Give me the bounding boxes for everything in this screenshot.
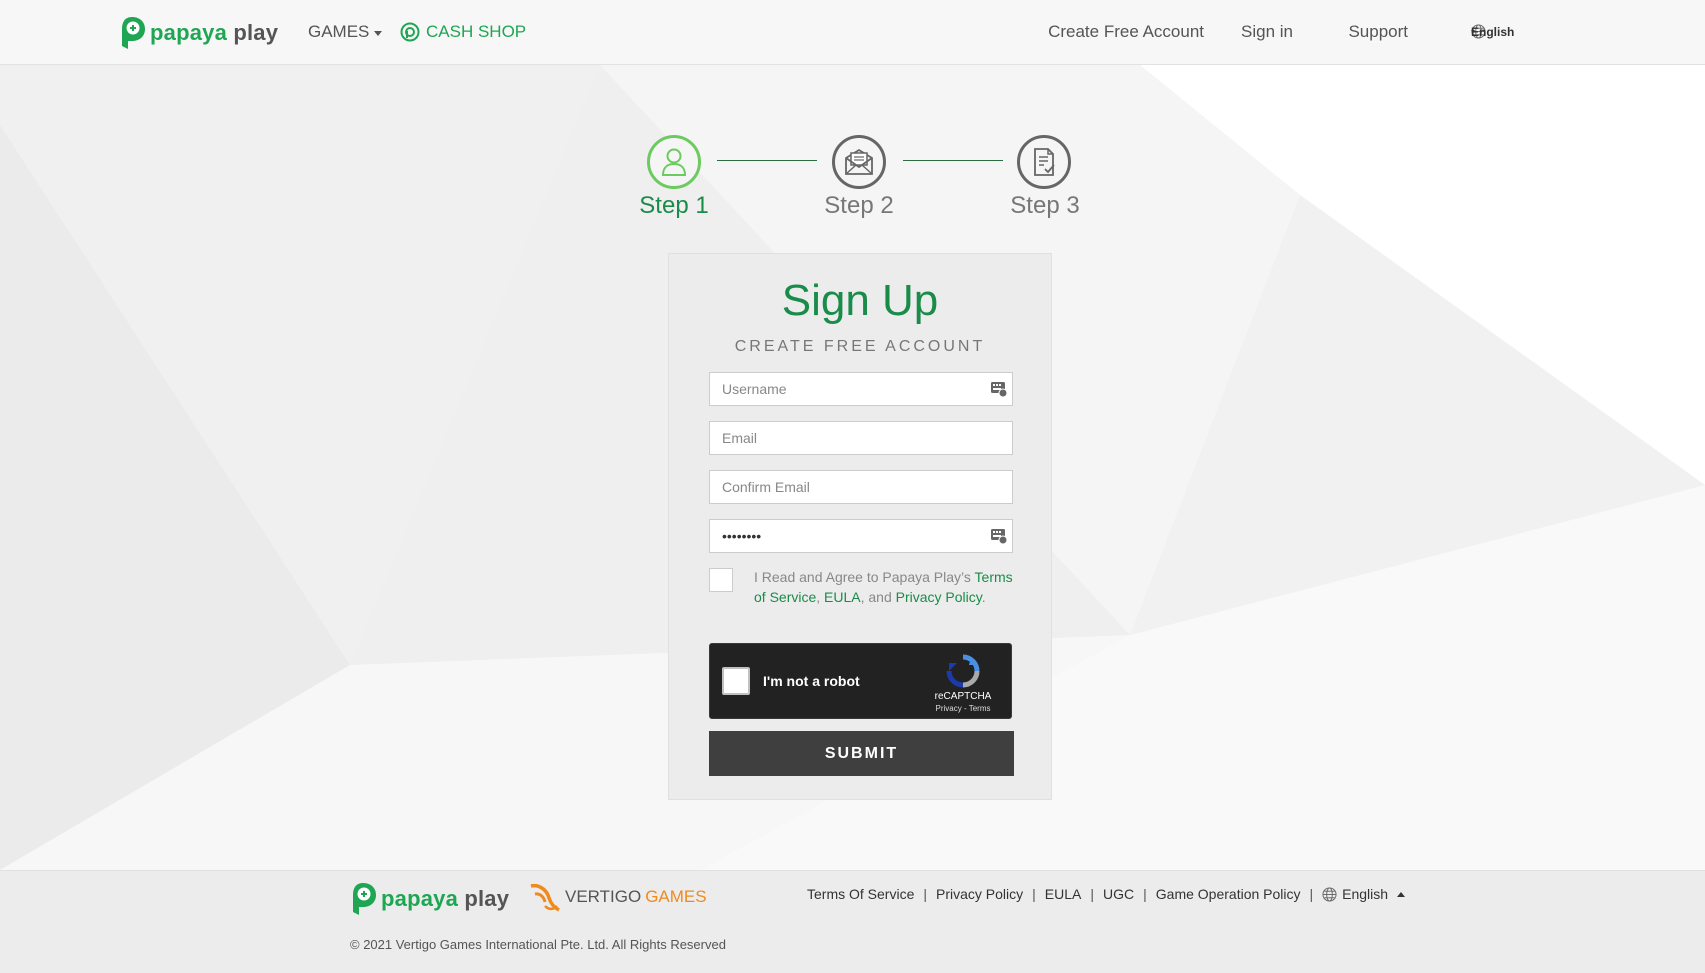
- password-input[interactable]: [710, 520, 1012, 552]
- agree-comma: ,: [816, 589, 825, 605]
- document-check-icon: [1034, 148, 1055, 176]
- footer-link-eula[interactable]: EULA: [1045, 886, 1082, 902]
- language-label: English: [1471, 24, 1515, 39]
- page-title: Sign Up: [781, 276, 939, 325]
- step-1-circle: [647, 135, 701, 189]
- papaya-logo-icon: [353, 883, 376, 915]
- user-icon: [661, 148, 687, 176]
- vertigo-word: VERTIGO: [565, 887, 642, 906]
- recaptcha-icon: [946, 654, 980, 688]
- agree-prefix: I Read and Agree to Papaya Play’s: [754, 569, 975, 585]
- password-field: [709, 519, 1013, 553]
- footer-logo-wordmark: papaya play: [381, 886, 509, 912]
- divider: |: [923, 886, 927, 902]
- eula-link[interactable]: EULA: [824, 589, 861, 605]
- footer-link-terms[interactable]: Terms Of Service: [807, 886, 914, 902]
- email-input[interactable]: [710, 422, 1012, 454]
- vertigo-games-logo[interactable]: VERTIGO GAMES: [529, 882, 707, 912]
- step-connector: [903, 160, 1003, 161]
- recaptcha-brand: reCAPTCHA: [934, 691, 992, 702]
- language-selector[interactable]: English: [1471, 24, 1514, 39]
- caret-up-icon: [1397, 891, 1406, 897]
- email-field: [709, 421, 1013, 455]
- copyright-text: © 2021 Vertigo Games International Pte. …: [350, 937, 726, 952]
- username-input[interactable]: [710, 373, 1012, 405]
- recaptcha-checkbox[interactable]: [722, 667, 750, 695]
- step-1-label: Step 1: [639, 192, 709, 219]
- divider: |: [1090, 886, 1094, 902]
- cash-shop-link[interactable]: CASH SHOP: [400, 22, 526, 42]
- username-field: [709, 372, 1013, 406]
- footer-link-ugc[interactable]: UGC: [1103, 886, 1134, 902]
- step-3-label: Step 3: [1010, 192, 1080, 219]
- step-2-label: Step 2: [824, 192, 894, 219]
- logo-word-play: play: [233, 20, 279, 45]
- divider: |: [1143, 886, 1147, 902]
- games-word: GAMES: [645, 887, 707, 906]
- logo-word-play: play: [464, 886, 510, 911]
- papaya-play-logo[interactable]: papaya play: [119, 16, 278, 50]
- confirm-email-input[interactable]: [710, 471, 1012, 503]
- agree-and: , and: [860, 589, 896, 605]
- footer-language-selector[interactable]: English: [1322, 886, 1406, 902]
- submit-button[interactable]: SUBMIT: [709, 731, 1014, 776]
- footer-link-game-operation-policy[interactable]: Game Operation Policy: [1156, 886, 1301, 902]
- agree-text: I Read and Agree to Papaya Play’s Terms …: [754, 567, 1014, 607]
- support-link[interactable]: Support: [1348, 22, 1408, 42]
- password-manager-icon[interactable]: [991, 528, 1007, 544]
- games-menu[interactable]: GAMES: [308, 22, 383, 42]
- recaptcha-label: I'm not a robot: [763, 673, 860, 689]
- logo-word-papaya: papaya: [150, 20, 228, 45]
- chevron-down-icon: [374, 30, 383, 36]
- footer: papaya play VERTIGO GAMES Terms Of Servi…: [0, 870, 1705, 973]
- divider: |: [1309, 886, 1314, 902]
- cash-shop-icon: [400, 22, 420, 42]
- agree-end: .: [981, 589, 986, 605]
- confirm-email-field: [709, 470, 1013, 504]
- top-header: papaya play GAMES CASH SHOP Create Free …: [0, 0, 1705, 65]
- privacy-policy-link[interactable]: Privacy Policy: [896, 589, 982, 605]
- vertigo-swirl-icon: [530, 883, 560, 912]
- papaya-logo-icon: [122, 17, 145, 49]
- mail-icon: [845, 148, 873, 175]
- logo-wordmark: papaya play: [150, 20, 278, 46]
- sign-in-link[interactable]: Sign in: [1241, 22, 1293, 42]
- step-2-circle: [832, 135, 886, 189]
- password-manager-icon[interactable]: [991, 381, 1007, 397]
- footer-links: Terms Of Service | Privacy Policy | EULA…: [807, 886, 1406, 902]
- step-connector: [717, 160, 817, 161]
- agree-checkbox[interactable]: [709, 568, 733, 592]
- signup-card: Sign Up CREATE FREE ACCOUNT I Read and A…: [668, 253, 1052, 800]
- page-subtitle: CREATE FREE ACCOUNT: [734, 338, 986, 355]
- games-label: GAMES: [308, 22, 370, 41]
- footer-papaya-logo[interactable]: papaya play: [350, 882, 509, 916]
- footer-link-privacy[interactable]: Privacy Policy: [936, 886, 1023, 902]
- caret-down-icon: [1471, 30, 1475, 33]
- step-3-circle: [1017, 135, 1071, 189]
- footer-language-label: English: [1342, 886, 1389, 902]
- create-account-link[interactable]: Create Free Account: [1048, 22, 1204, 42]
- recaptcha-widget: I'm not a robot reCAPTCHA Privacy - Term…: [709, 643, 1012, 719]
- globe-icon: [1322, 886, 1337, 902]
- logo-word-papaya: papaya: [381, 886, 459, 911]
- cash-shop-label: CASH SHOP: [426, 22, 527, 41]
- recaptcha-links[interactable]: Privacy - Terms: [920, 704, 1006, 713]
- divider: |: [1032, 886, 1036, 902]
